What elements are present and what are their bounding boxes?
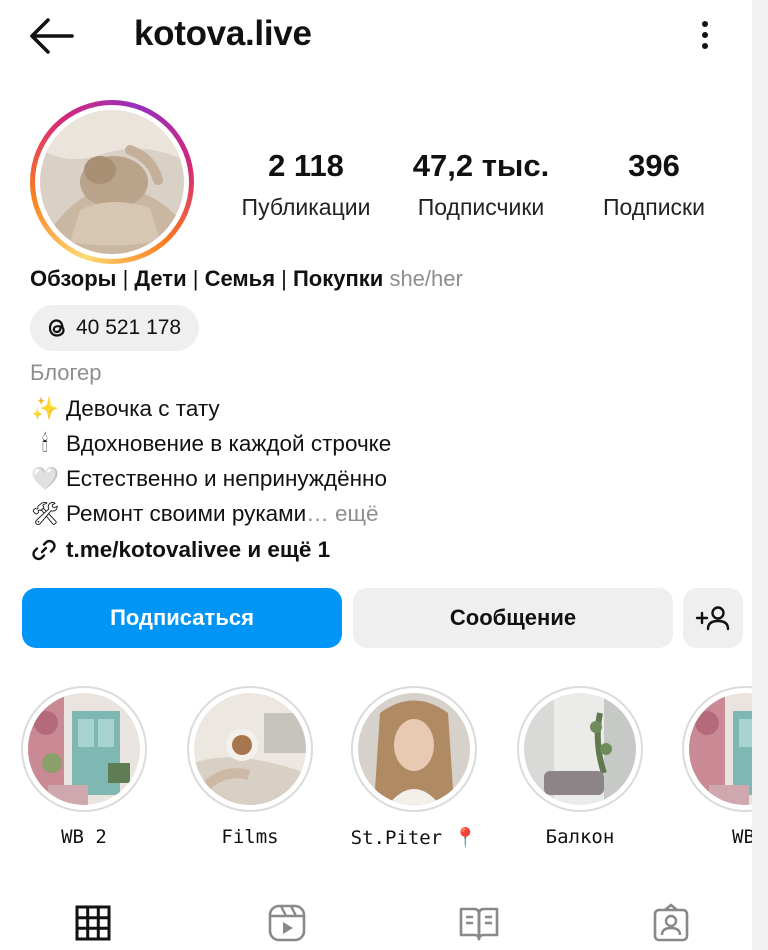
highlight-label: Films	[221, 826, 279, 848]
tab-guides[interactable]	[454, 900, 504, 946]
bio-more-link[interactable]: … ещё	[306, 501, 378, 527]
category-reviews: Обзоры	[30, 266, 117, 291]
threads-icon	[48, 319, 65, 337]
stat-followers-value: 47,2 тыс.	[412, 148, 550, 183]
stat-following-label: Подписки	[603, 194, 705, 220]
stat-following[interactable]: 396 Подписки	[588, 148, 720, 221]
guides-icon	[459, 907, 499, 941]
stat-following-value: 396	[628, 148, 680, 183]
profile-page: kotova.live 2 118 Публикации 47,2 тыс. П…	[0, 0, 768, 950]
follow-button[interactable]: Подписаться	[22, 588, 342, 648]
back-arrow-icon[interactable]	[28, 16, 76, 56]
highlight-films[interactable]: Films	[185, 686, 315, 848]
stat-posts-value: 2 118	[268, 148, 344, 183]
pin-icon: 📍	[453, 827, 478, 849]
avatar-photo	[40, 110, 184, 254]
tagged-icon	[653, 903, 689, 942]
grid-icon	[75, 905, 111, 941]
stat-followers[interactable]: 47,2 тыс. Подписчики	[398, 148, 564, 221]
tab-grid[interactable]	[68, 900, 118, 946]
highlight-cover	[28, 693, 140, 805]
more-options-icon[interactable]	[690, 16, 720, 56]
avatar[interactable]	[30, 100, 194, 264]
stat-posts[interactable]: 2 118 Публикации	[232, 148, 380, 221]
highlight-label: WB 2	[61, 826, 107, 848]
link-icon	[32, 539, 56, 561]
scrollbar-track[interactable]	[752, 0, 768, 950]
tools-icon: 🛠	[30, 501, 60, 526]
highlight-label: St.Piter 📍	[350, 827, 478, 849]
highlight-stpiter[interactable]: St.Piter 📍	[349, 686, 479, 849]
message-button[interactable]: Сообщение	[353, 588, 673, 648]
highlight-cover	[194, 693, 306, 805]
profile-categories: Обзоры | Дети | Семья | Покупки she/her	[30, 266, 463, 291]
add-person-icon	[695, 606, 730, 631]
highlight-balcony[interactable]: Балкон	[515, 686, 645, 848]
bio-line: 🤍 Естественно и непринуждённо	[30, 466, 387, 491]
highlight-label: Балкон	[545, 826, 615, 848]
tab-tagged[interactable]	[646, 900, 696, 946]
suggest-people-button[interactable]	[683, 588, 743, 648]
category-label: Блогер	[30, 360, 102, 385]
profile-link-text: t.me/kotovalivee и ещё 1	[66, 537, 331, 562]
candle-icon: 🕯	[41, 431, 49, 456]
highlight-cover	[358, 693, 470, 805]
stat-posts-label: Публикации	[241, 194, 371, 220]
threads-badge[interactable]: 40 521 178	[30, 305, 200, 351]
category-shopping: Покупки	[292, 266, 384, 291]
category-family: Семья	[204, 266, 276, 291]
page-title: kotova.live	[134, 14, 312, 53]
threads-count: 40 521 178	[76, 316, 182, 339]
stat-followers-label: Подписчики	[417, 194, 545, 220]
reels-icon	[268, 904, 306, 942]
bio-line: ✨ Девочка с тату	[30, 396, 220, 421]
profile-link[interactable]: t.me/kotovalivee и ещё 1	[30, 536, 330, 564]
bio-line: 🛠 Ремонт своими руками… ещё	[30, 501, 379, 527]
category-kids: Дети	[134, 266, 187, 291]
sparkles-icon: ✨	[30, 396, 59, 421]
white-heart-icon: 🤍	[30, 466, 59, 491]
pronouns: she/her	[389, 266, 463, 291]
bio-line: 🕯 Вдохновение в каждой строчке	[30, 431, 392, 457]
tab-reels[interactable]	[262, 900, 312, 946]
highlight-wb2[interactable]: WB 2	[19, 686, 149, 848]
highlight-cover	[524, 693, 636, 805]
